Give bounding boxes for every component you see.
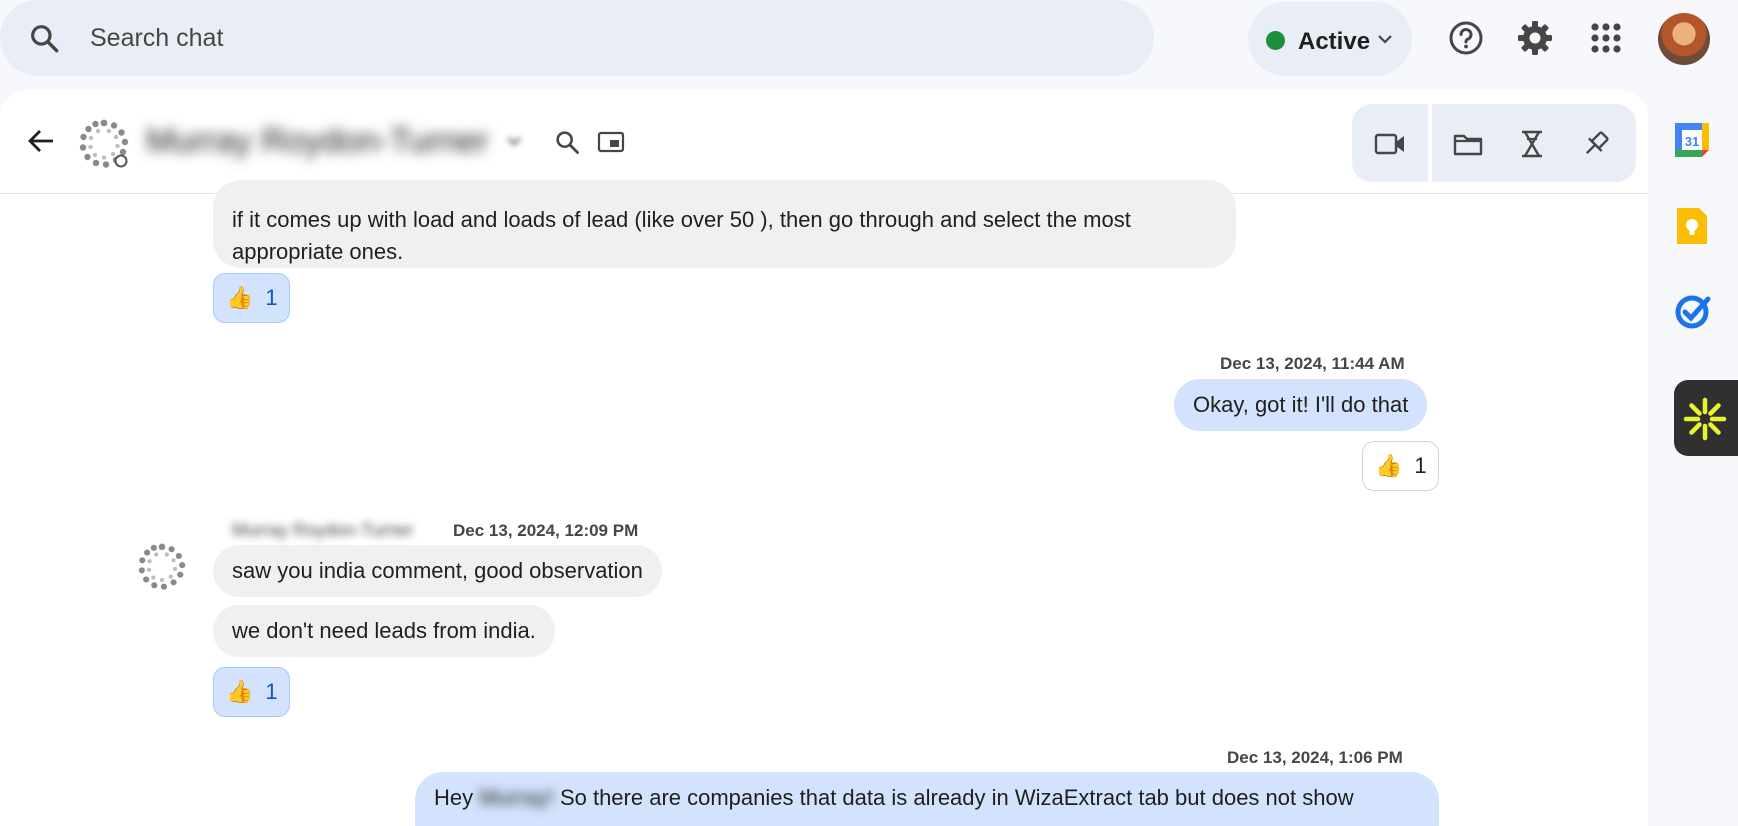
chat-title[interactable]: Murray Roydon-Turner xyxy=(146,122,489,161)
top-bar: Search chat Active xyxy=(0,0,1738,90)
header-actions xyxy=(1352,104,1636,182)
chevron-down-icon xyxy=(1378,35,1392,44)
sender-name[interactable]: Murray Roydon-Turner xyxy=(232,520,413,541)
message-text: saw you india comment, good observation xyxy=(232,558,643,583)
status-dot xyxy=(1266,31,1285,50)
thumbs-up-emoji: 👍 xyxy=(1375,453,1403,478)
search-bar[interactable]: Search chat xyxy=(0,0,1154,76)
reaction-chip[interactable]: 👍 1 xyxy=(213,273,290,323)
picture-in-picture-icon[interactable] xyxy=(597,128,625,156)
help-icon[interactable] xyxy=(1446,18,1486,58)
pin-icon[interactable] xyxy=(1580,128,1612,160)
sender-avatar-icon[interactable] xyxy=(137,542,187,592)
folder-icon[interactable] xyxy=(1452,128,1484,160)
message-bubble[interactable]: saw you india comment, good observation xyxy=(213,545,662,597)
message-text: if it comes up with load and loads of le… xyxy=(232,207,1131,232)
status-label: Active xyxy=(1298,28,1371,55)
message-list: if it comes up with load and loads of le… xyxy=(0,180,1648,826)
message-text: So there are companies that data is alre… xyxy=(559,785,1354,810)
reaction-count: 1 xyxy=(1414,453,1427,478)
chat-panel: Murray Roydon-Turner if it comes up with… xyxy=(0,90,1648,826)
thumbs-up-emoji: 👍 xyxy=(226,285,254,310)
calendar-icon[interactable]: 31 xyxy=(1670,118,1714,162)
message-text: we don't need leads from india. xyxy=(232,618,536,643)
thumbs-up-emoji: 👍 xyxy=(226,679,254,704)
settings-icon[interactable] xyxy=(1515,18,1555,58)
calendar-day: 31 xyxy=(1685,134,1699,149)
message-timestamp: Dec 13, 2024, 12:09 PM xyxy=(453,521,639,540)
addon-active-tab[interactable] xyxy=(1674,380,1738,456)
reaction-count: 1 xyxy=(265,285,278,310)
search-placeholder[interactable]: Search chat xyxy=(90,24,223,53)
message-text-name: Murray! xyxy=(479,785,554,810)
chat-header: Murray Roydon-Turner xyxy=(0,90,1648,194)
reaction-chip[interactable]: 👍 1 xyxy=(1362,441,1439,491)
video-call-icon[interactable] xyxy=(1374,128,1406,160)
chevron-down-icon[interactable] xyxy=(506,134,522,148)
message-timestamp: Dec 13, 2024, 1:06 PM xyxy=(1227,748,1403,767)
reaction-chip[interactable]: 👍 1 xyxy=(213,667,290,717)
side-rail: 31 xyxy=(1648,90,1738,826)
hourglass-icon[interactable] xyxy=(1516,128,1548,160)
actions-divider xyxy=(1428,104,1432,182)
message-bubble[interactable]: Hey Murray! So there are companies that … xyxy=(415,772,1439,826)
message-text: Okay, got it! I'll do that xyxy=(1193,392,1409,417)
message-timestamp: Dec 13, 2024, 11:44 AM xyxy=(1220,354,1405,373)
tasks-icon[interactable] xyxy=(1670,290,1714,334)
search-icon[interactable] xyxy=(28,22,60,54)
message-text: appropriate ones. xyxy=(232,239,404,264)
account-avatar[interactable] xyxy=(1658,13,1710,65)
apps-grid-icon[interactable] xyxy=(1586,18,1626,58)
message-bubble[interactable]: Okay, got it! I'll do that xyxy=(1174,379,1428,431)
back-arrow-icon[interactable] xyxy=(26,126,56,156)
reaction-count: 1 xyxy=(265,679,278,704)
message-bubble[interactable]: we don't need leads from india. xyxy=(213,605,555,657)
keep-icon[interactable] xyxy=(1670,204,1714,248)
status-selector[interactable]: Active xyxy=(1248,2,1412,76)
message-bubble[interactable]: if it comes up with load and loads of le… xyxy=(213,180,1236,268)
addon-icon xyxy=(1683,397,1727,441)
message-text-prefix: Hey xyxy=(434,785,474,810)
search-icon[interactable] xyxy=(553,128,581,156)
space-icon xyxy=(79,119,129,168)
